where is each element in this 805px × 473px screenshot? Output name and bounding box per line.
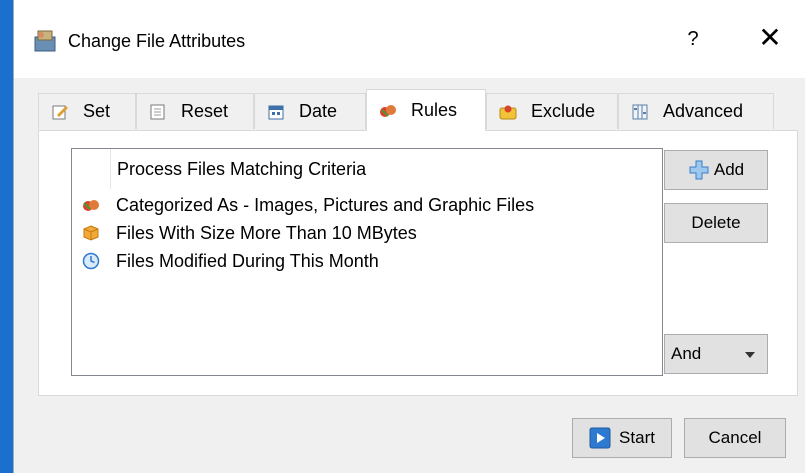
rule-item-label: Categorized As - Images, Pictures and Gr… [116,194,535,215]
play-icon [589,427,611,449]
close-button[interactable]: ✕ [755,24,785,52]
combinator-value: And [671,344,702,363]
tab-label: Rules [411,100,458,120]
start-button-label: Start [619,428,655,447]
tab-set[interactable]: Set [38,93,136,129]
combinator-select[interactable]: And [664,334,768,374]
exclude-icon [499,105,517,119]
tab-date[interactable]: Date [254,93,366,129]
chevron-down-icon [745,352,755,358]
advanced-icon [632,104,648,119]
tab-exclude[interactable]: Exclude [486,93,618,129]
rule-item-size[interactable]: Files With Size More Than 10 MBytes [82,220,417,246]
tab-reset[interactable]: Reset [136,93,254,129]
window-title: Change File Attributes [68,31,246,51]
rules-list-header: Process Files Matching Criteria [117,159,367,179]
tab-label: Exclude [531,101,596,121]
plus-icon [689,160,709,180]
delete-button-label: Delete [691,213,741,232]
tab-label: Reset [181,101,229,121]
tab-advanced[interactable]: Advanced [618,93,774,129]
add-button[interactable]: Add [664,150,768,190]
rules-icon [380,104,396,117]
rule-item-label: Files With Size More Than 10 MBytes [116,222,417,243]
rule-item-modified[interactable]: Files Modified During This Month [82,248,379,274]
add-button-label: Add [713,160,745,179]
tab-rules[interactable]: Rules [366,89,486,131]
change-file-attributes-dialog: Change File Attributes ? ✕ Set Reset Dat… [13,0,805,473]
tab-label: Set [83,101,111,121]
delete-button[interactable]: Delete [664,203,768,243]
cancel-button-label: Cancel [708,428,762,447]
tab-label: Advanced [663,101,744,121]
reset-icon [150,104,165,119]
help-button[interactable]: ? [681,28,705,51]
rule-item-category[interactable]: Categorized As - Images, Pictures and Gr… [82,192,534,218]
category-icon [83,200,99,211]
tab-label: Date [299,101,338,121]
start-button[interactable]: Start [572,418,672,458]
rule-item-label: Files Modified During This Month [116,250,379,271]
tab-strip: Set Reset Date Rules Exclude Advanced [38,89,778,131]
app-icon [34,30,56,52]
header-divider [110,149,111,189]
cancel-button[interactable]: Cancel [684,418,786,458]
rules-list[interactable]: Process Files Matching Criteria Categori… [71,148,663,376]
size-icon [83,225,99,241]
title-bar: Change File Attributes ? ✕ [14,0,805,78]
date-icon [268,105,284,119]
set-icon [52,105,68,119]
clock-icon [82,252,100,270]
